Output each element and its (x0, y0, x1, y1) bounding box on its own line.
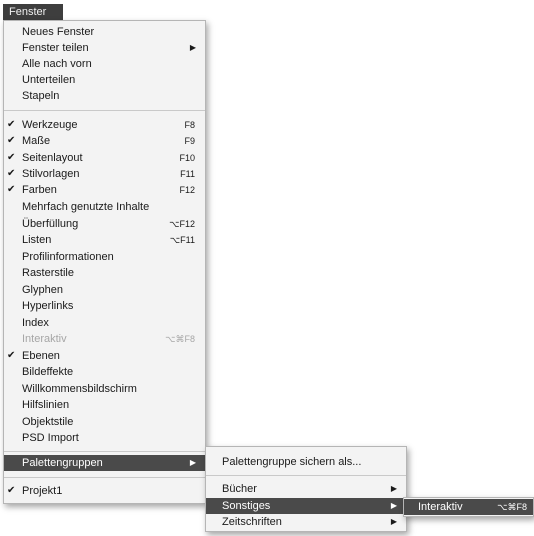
menu-item-shortcut: F11 (180, 169, 195, 179)
menu-item-label: Farben (22, 184, 57, 196)
menu-item-alle-nach-vorn[interactable]: Alle nach vorn (4, 56, 205, 72)
menu-item-label: Unterteilen (22, 74, 76, 86)
menu-item-label: Willkommensbildschirm (22, 383, 137, 395)
menu-item-profilinformationen[interactable]: Profilinformationen (4, 249, 205, 265)
window-menu: Neues Fenster Fenster teilen ▶ Alle nach… (3, 20, 206, 504)
submenu-item-zeitschriften[interactable]: Zeitschriften ▶ (206, 514, 406, 530)
menu-item-label: Palettengruppen (22, 457, 103, 469)
menu-item-shortcut: F9 (184, 136, 195, 146)
menu-item-ueberfuellung[interactable]: Überfüllung ⌥F12 (4, 216, 205, 232)
menu-item-label: Neues Fenster (22, 26, 95, 38)
checkmark-icon: ✔ (7, 350, 16, 361)
menu-item-objektstile[interactable]: Objektstile (4, 414, 205, 430)
menu-item-unterteilen[interactable]: Unterteilen (4, 72, 205, 88)
menu-item-willkommensbildschirm[interactable]: Willkommensbildschirm (4, 381, 205, 397)
menu-item-hilfslinien[interactable]: Hilfslinien (4, 397, 205, 413)
menu-item-fenster-teilen[interactable]: Fenster teilen ▶ (4, 40, 205, 56)
menu-item-mehrfach-genutzte-inhalte[interactable]: Mehrfach genutzte Inhalte (4, 199, 205, 215)
submenu-arrow-icon: ▶ (189, 43, 196, 52)
menu-item-label: Stapeln (22, 90, 60, 102)
menu-item-label: Fenster teilen (22, 42, 89, 54)
menu-item-label: Glyphen (22, 284, 63, 296)
submenu-arrow-icon: ▶ (390, 517, 397, 526)
menu-item-label: Zeitschriften (222, 516, 282, 528)
menu-item-label: Interaktiv (418, 501, 463, 513)
menu-item-label: Hyperlinks (22, 300, 74, 312)
submenu-arrow-icon: ▶ (390, 484, 397, 493)
menu-item-label: Hilfslinien (22, 399, 70, 411)
menu-item-label: Profilinformationen (22, 251, 114, 263)
sonstiges-submenu: Interaktiv ⌥⌘F8 (403, 497, 534, 517)
submenu-arrow-icon: ▶ (189, 458, 196, 467)
menu-item-label: Listen (22, 234, 52, 246)
menu-item-label: Bildeffekte (22, 366, 74, 378)
menu-item-label: Ebenen (22, 350, 60, 362)
menu-item-label: Bücher (222, 483, 257, 495)
submenu-item-buecher[interactable]: Bücher ▶ (206, 481, 406, 497)
menu-item-werkzeuge[interactable]: ✔ Werkzeuge F8 (4, 117, 205, 133)
menu-item-label: Überfüllung (22, 218, 79, 230)
menu-item-label: Objektstile (22, 416, 74, 428)
menu-item-label: Rasterstile (22, 267, 74, 279)
menu-item-label: PSD Import (22, 432, 79, 444)
checkmark-icon: ✔ (7, 152, 16, 163)
menu-separator (206, 475, 406, 476)
submenu-item-palettengruppe-sichern[interactable]: Palettengruppe sichern als... (206, 454, 406, 470)
checkmark-icon: ✔ (7, 119, 16, 130)
menu-item-palettengruppen[interactable]: Palettengruppen ▶ (4, 455, 205, 471)
checkmark-icon: ✔ (7, 168, 16, 179)
menu-item-shortcut: F12 (179, 185, 195, 195)
menu-item-shortcut: F10 (179, 153, 195, 163)
checkmark-icon: ✔ (7, 184, 16, 195)
menu-item-bildeffekte[interactable]: Bildeffekte (4, 364, 205, 380)
menu-item-label: Interaktiv (22, 333, 67, 345)
palettengruppen-submenu: Palettengruppe sichern als... Bücher ▶ S… (205, 446, 407, 532)
submenu-item-sonstiges[interactable]: Sonstiges ▶ (206, 498, 406, 514)
menu-item-stilvorlagen[interactable]: ✔ Stilvorlagen F11 (4, 166, 205, 182)
menu-item-index[interactable]: Index (4, 315, 205, 331)
menu-item-projekt1[interactable]: ✔ Projekt1 (4, 483, 205, 499)
menu-separator (4, 451, 205, 452)
menu-item-label: Maße (22, 135, 51, 147)
menu-item-farben[interactable]: ✔ Farben F12 (4, 182, 205, 198)
menu-item-label: Mehrfach genutzte Inhalte (22, 201, 150, 213)
menu-item-label: Werkzeuge (22, 119, 78, 131)
menu-item-psd-import[interactable]: PSD Import (4, 430, 205, 446)
submenu-arrow-icon: ▶ (390, 501, 397, 510)
menu-item-hyperlinks[interactable]: Hyperlinks (4, 298, 205, 314)
menu-separator (4, 477, 205, 478)
menu-item-label: Index (22, 317, 49, 329)
menu-item-shortcut: ⌥F11 (169, 235, 195, 245)
menu-title-fenster[interactable]: Fenster (3, 4, 63, 20)
menu-item-stapeln[interactable]: Stapeln (4, 88, 205, 104)
menu-separator (4, 110, 205, 111)
menu-item-label: Sonstiges (222, 500, 271, 512)
menu-item-masse[interactable]: ✔ Maße F9 (4, 133, 205, 149)
menu-item-interaktiv: Interaktiv ⌥⌘F8 (4, 331, 205, 347)
menu-item-label: Seitenlayout (22, 152, 83, 164)
menu-item-seitenlayout[interactable]: ✔ Seitenlayout F10 (4, 150, 205, 166)
menu-item-neues-fenster[interactable]: Neues Fenster (4, 24, 205, 40)
menu-item-shortcut: ⌥F12 (169, 219, 195, 229)
menu-item-ebenen[interactable]: ✔ Ebenen (4, 348, 205, 364)
checkmark-icon: ✔ (7, 485, 16, 496)
checkmark-icon: ✔ (7, 135, 16, 146)
menu-item-label: Alle nach vorn (22, 58, 92, 70)
menu-item-listen[interactable]: Listen ⌥F11 (4, 232, 205, 248)
menu-item-rasterstile[interactable]: Rasterstile (4, 265, 205, 281)
menu-item-label: Stilvorlagen (22, 168, 80, 180)
menu-item-shortcut: ⌥⌘F8 (165, 334, 195, 344)
menu-item-shortcut: F8 (184, 120, 195, 130)
subsubmenu-item-interaktiv[interactable]: Interaktiv ⌥⌘F8 (404, 499, 533, 515)
menu-item-shortcut: ⌥⌘F8 (497, 502, 527, 512)
menu-item-glyphen[interactable]: Glyphen (4, 282, 205, 298)
menu-item-label: Projekt1 (22, 485, 63, 497)
menu-item-label: Palettengruppe sichern als... (222, 456, 362, 468)
